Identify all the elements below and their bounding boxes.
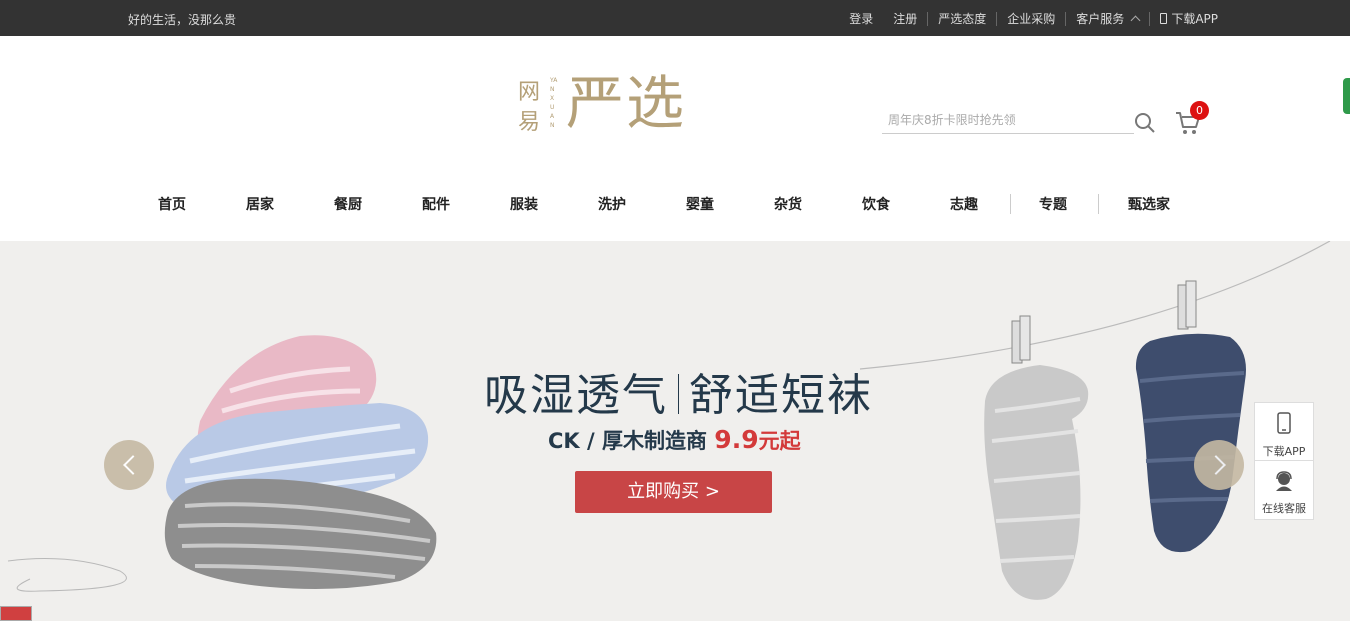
corner-badge[interactable] [0,606,32,621]
cart-count-badge: 0 [1190,101,1209,120]
top-links: 登录 注册 严选态度 企业采购 客户服务 下载APP [829,10,1218,27]
top-divider [996,11,998,26]
carousel-next-button[interactable] [1194,440,1244,490]
nav-item-misc[interactable]: 杂货 [774,194,802,214]
nav-item-curators[interactable]: 甄选家 [1128,194,1170,214]
nav-divider [1010,194,1011,214]
nav-item-topics[interactable]: 专题 [1039,194,1067,214]
price-value: 9.9 [714,425,759,454]
banner-headline: 吸湿透气 舒适短袜 [484,359,873,423]
nav-divider [1098,194,1099,214]
nav-item-hobbies[interactable]: 志趣 [950,194,978,214]
top-divider [927,11,929,26]
brand-text: CK [548,429,580,453]
hanging-navy-sock-image [1135,280,1246,553]
nav-item-home[interactable]: 首页 [158,194,186,214]
nav-item-home-living[interactable]: 居家 [246,194,274,214]
customer-service-label: 客户服务 [1076,12,1125,26]
nav-item-personal-care[interactable]: 洗护 [598,194,626,214]
phone-icon [1277,412,1291,434]
customer-service-menu[interactable]: 客户服务 [1076,10,1141,27]
nav-item-apparel[interactable]: 服装 [510,194,538,214]
side-download-label: 下载APP [1262,445,1306,458]
enterprise-link[interactable]: 企业采购 [1007,10,1055,27]
logo-char-1: 网 [518,80,541,105]
chevron-up-icon [1130,15,1141,26]
search-box [882,108,1134,134]
logo-char-2: 易 [518,110,541,135]
edge-tab[interactable] [1343,78,1350,114]
nav-item-accessories[interactable]: 配件 [422,194,450,214]
attitude-link[interactable]: 严选态度 [938,10,986,27]
register-link[interactable]: 注册 [893,10,917,27]
top-divider [1065,11,1067,26]
subline-slash: / [587,429,595,453]
customer-service-icon [1276,471,1292,491]
top-divider [1149,11,1151,26]
nav-item-food[interactable]: 饮食 [862,194,890,214]
hanging-grey-sock-image [984,315,1089,600]
maker-text: 厚木制造商 [601,429,707,453]
floating-side-widget: 下载APP 在线客服 [1254,402,1314,520]
carousel-prev-button[interactable] [104,440,154,490]
buy-now-button[interactable]: 立即购买 > [575,471,772,513]
hero-banner[interactable]: 吸湿透气 舒适短袜 CK / 厚木制造商 9.9元起 立即购买 > [0,241,1350,621]
logo-main-text: 严选 [566,69,687,137]
download-app-label: 下载APP [1171,12,1218,26]
headline-right: 舒适短袜 [689,370,873,421]
grey-sock-image [164,478,437,589]
phone-icon [1160,13,1168,24]
slogan-text: 好的生活，没那么贵 [128,13,237,27]
top-bar: 好的生活，没那么贵 登录 注册 严选态度 企业采购 客户服务 下载APP [0,0,1350,36]
login-link[interactable]: 登录 [849,10,873,27]
side-online-service-button[interactable]: 在线客服 [1255,462,1313,520]
header: 网 易 YANXUAN 严选 0 首页 居家 餐厨 配件 服装 洗护 婴童 杂货… [0,36,1350,241]
main-nav: 首页 居家 餐厨 配件 服装 洗护 婴童 杂货 饮食 志趣 专题 甄选家 [0,194,1350,216]
headline-left: 吸湿透气 [484,370,668,421]
side-service-label: 在线客服 [1262,502,1306,515]
banner-subline: CK / 厚木制造商 9.9元起 [548,425,801,455]
price-unit: 元起 [758,429,801,453]
search-input[interactable] [882,108,1122,132]
logo-pinyin: YANXUAN [550,77,558,129]
nav-item-kitchen[interactable]: 餐厨 [334,194,362,214]
search-icon[interactable] [1134,112,1156,134]
site-logo[interactable]: 网 易 YANXUAN 严选 [514,69,704,142]
download-app-link[interactable]: 下载APP [1160,10,1218,27]
headline-divider [678,374,679,414]
nav-item-baby[interactable]: 婴童 [686,194,714,214]
side-download-app-button[interactable]: 下载APP [1255,403,1313,461]
